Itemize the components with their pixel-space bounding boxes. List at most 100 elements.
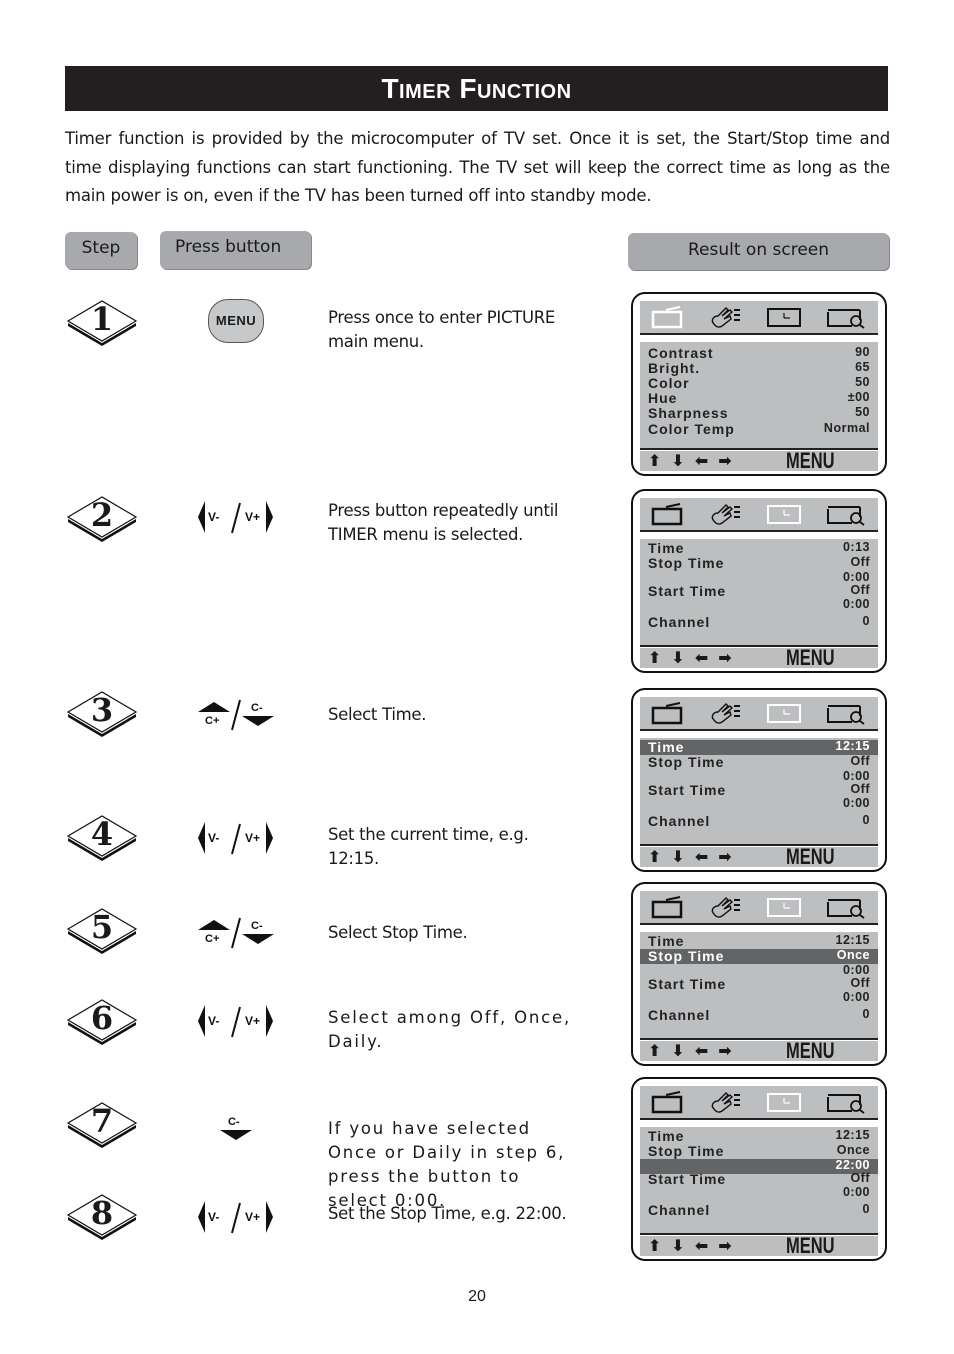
timer-clock-tab-icon[interactable]: [766, 1089, 802, 1115]
timer-clock-tab-icon[interactable]: [766, 700, 802, 726]
osd-menu-row[interactable]: 0:00: [640, 990, 878, 1006]
channel-down-button[interactable]: C-: [218, 1112, 254, 1148]
step-number: 4: [90, 815, 114, 853]
step-number-badge: 1: [65, 297, 139, 347]
osd-menu-body: Time 12:15 Stop Time Once 22:00 Start Time Off…: [640, 1127, 878, 1235]
osd-menu-row[interactable]: Bright. 65: [640, 360, 878, 376]
step-description: If you have selected Once or Daily in st…: [328, 1119, 566, 1210]
channel-down-arrow-icon: [220, 1130, 252, 1140]
volume-down-label: V-: [208, 510, 219, 524]
osd-row-label: Channel: [648, 1007, 711, 1023]
osd-row-value: Off: [850, 976, 870, 990]
picture-tab-icon[interactable]: [650, 501, 686, 527]
volume-up-arrow-icon: [266, 1005, 273, 1037]
osd-footer: ⬆⬇⬅➡ MENU: [640, 1234, 878, 1258]
volume-down-arrow-icon: [198, 1201, 205, 1233]
osd-menu-row[interactable]: Time 12:15: [640, 739, 878, 755]
osd-navigation-arrows-icon: ⬆⬇⬅➡: [648, 648, 742, 667]
osd-row-value: Once: [836, 1143, 870, 1157]
osd-row-value: 0:13: [842, 540, 870, 554]
picture-tab-icon[interactable]: [650, 700, 686, 726]
step-description: Select Stop Time.: [328, 923, 468, 942]
osd-menu-label: MENU: [786, 448, 835, 473]
osd-footer: ⬆⬇⬅➡ MENU: [640, 1039, 878, 1063]
feature-hand-tab-icon[interactable]: [708, 501, 744, 527]
osd-screen: Time 12:15 Stop Time Once 0:00 Start Time Off 0…: [631, 882, 887, 1066]
osd-screen: Time 12:15 Stop Time Once 22:00 Start Time Off…: [631, 1077, 887, 1261]
osd-menu-row[interactable]: Channel 0: [640, 1202, 878, 1218]
osd-row-value: 0:00: [842, 1185, 870, 1199]
osd-menu-label: MENU: [786, 844, 835, 869]
osd-row-value: 0:00: [842, 769, 870, 783]
channel-up-arrow-icon: [198, 920, 230, 930]
osd-menu-row[interactable]: Channel 0: [640, 813, 878, 829]
osd-row-value: 0: [862, 614, 870, 628]
osd-row-value: 0: [862, 1202, 870, 1216]
picture-tab-icon[interactable]: [650, 304, 686, 330]
step-description: Press once to enter PICTURE main menu.: [328, 308, 556, 351]
osd-row-value: 0:00: [842, 963, 870, 977]
channel-down-arrow-icon: [242, 934, 274, 944]
osd-row-value: 0: [862, 813, 870, 827]
osd-menu-row[interactable]: Channel 0: [640, 1007, 878, 1023]
osd-tab-bar: [640, 498, 878, 532]
volume-button-pair[interactable]: V- V+: [196, 818, 276, 858]
feature-hand-tab-icon[interactable]: [708, 700, 744, 726]
osd-row-label: Time: [648, 540, 685, 556]
step-number: 5: [90, 908, 114, 946]
menu-button[interactable]: MENU: [208, 299, 264, 343]
osd-menu-row[interactable]: Stop Time Off: [640, 555, 878, 571]
step-number: 7: [90, 1102, 114, 1140]
osd-menu-body: Time 12:15 Stop Time Off 0:00 Start Time Off 0:…: [640, 738, 878, 846]
osd-menu-row[interactable]: Color 50: [640, 375, 878, 391]
channel-down-label: C-: [251, 702, 263, 714]
osd-menu-row[interactable]: Time 12:15: [640, 933, 878, 949]
osd-tab-bar: [640, 697, 878, 731]
feature-hand-tab-icon[interactable]: [708, 304, 744, 330]
osd-menu-row[interactable]: Stop Time Once: [640, 948, 878, 964]
search-tab-icon[interactable]: [826, 1089, 866, 1115]
channel-button-pair[interactable]: C+ C-: [196, 912, 276, 952]
step-description: Press button repeatedly until TIMER menu…: [328, 501, 559, 544]
volume-up-arrow-icon: [266, 1201, 273, 1233]
feature-hand-tab-icon[interactable]: [708, 1089, 744, 1115]
osd-tab-bar: [640, 1086, 878, 1120]
osd-menu-row[interactable]: Time 0:13: [640, 540, 878, 556]
osd-menu-row[interactable]: Stop Time Once: [640, 1143, 878, 1159]
step-number-badge: 6: [65, 996, 139, 1046]
osd-row-value: 12:15: [835, 739, 870, 753]
osd-menu-row[interactable]: 0:00: [640, 1185, 878, 1201]
timer-clock-tab-icon[interactable]: [766, 304, 802, 330]
osd-menu-row[interactable]: Stop Time Off: [640, 754, 878, 770]
search-tab-icon[interactable]: [826, 894, 866, 920]
osd-menu-row[interactable]: 0:00: [640, 597, 878, 613]
osd-menu-row[interactable]: Hue ±00: [640, 390, 878, 406]
search-tab-icon[interactable]: [826, 501, 866, 527]
osd-menu-row[interactable]: Color Temp Normal: [640, 421, 878, 437]
osd-row-label: Sharpness: [648, 405, 729, 421]
channel-button-pair[interactable]: C+ C-: [196, 694, 276, 734]
osd-row-label: Color: [648, 375, 690, 391]
step-number: 6: [90, 999, 114, 1037]
timer-clock-tab-icon[interactable]: [766, 501, 802, 527]
osd-menu-row[interactable]: Time 12:15: [640, 1128, 878, 1144]
osd-row-value: 50: [855, 375, 870, 389]
picture-tab-icon[interactable]: [650, 1089, 686, 1115]
search-tab-icon[interactable]: [826, 304, 866, 330]
osd-row-value: 0:00: [842, 990, 870, 1004]
volume-button-pair[interactable]: V- V+: [196, 1197, 276, 1237]
volume-button-pair[interactable]: V- V+: [196, 497, 276, 537]
osd-row-value: Off: [850, 583, 870, 597]
timer-clock-tab-icon[interactable]: [766, 894, 802, 920]
osd-row-value: Off: [850, 782, 870, 796]
search-tab-icon[interactable]: [826, 700, 866, 726]
feature-hand-tab-icon[interactable]: [708, 894, 744, 920]
step-description: Set the Stop Time, e.g. 22:00.: [328, 1204, 567, 1223]
picture-tab-icon[interactable]: [650, 894, 686, 920]
osd-menu-row[interactable]: Sharpness 50: [640, 405, 878, 421]
osd-menu-row[interactable]: Channel 0: [640, 614, 878, 630]
osd-menu-row[interactable]: Contrast 90: [640, 345, 878, 361]
osd-menu-row[interactable]: 0:00: [640, 796, 878, 812]
volume-button-pair[interactable]: V- V+: [196, 1001, 276, 1041]
osd-row-label: Stop Time: [648, 948, 725, 964]
